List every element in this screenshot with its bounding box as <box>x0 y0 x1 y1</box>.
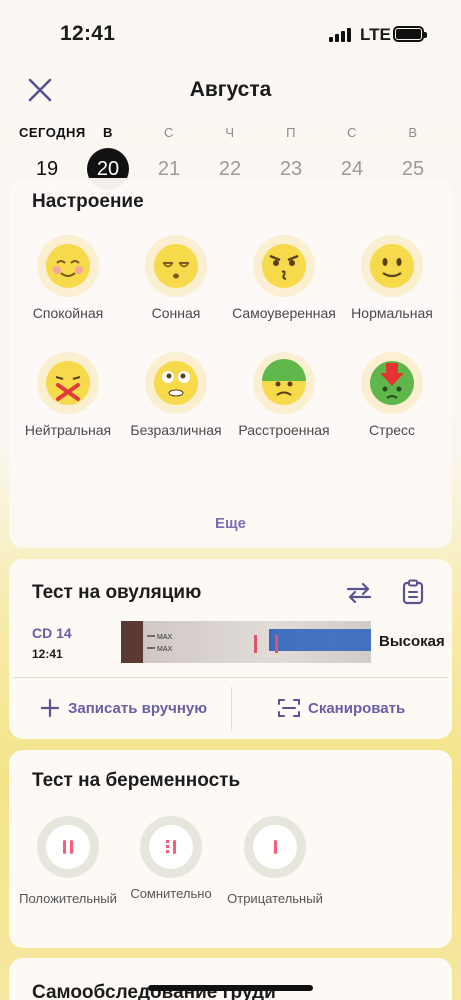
pregnancy-positive[interactable]: Положительный <box>13 816 123 906</box>
mood-indifferent[interactable]: Безразличная <box>118 352 234 438</box>
day-of-week: Ч <box>225 125 235 140</box>
indifferent-face-icon <box>145 352 207 414</box>
stress-face-icon <box>361 352 423 414</box>
calm-face-icon <box>37 235 99 297</box>
test-time: 12:41 <box>32 647 63 661</box>
scan-icon <box>278 699 300 717</box>
ovulation-test-strip[interactable]: MAX MAX <box>121 621 371 663</box>
day-of-week: В <box>408 125 418 140</box>
strip-max-label: MAX <box>157 634 173 641</box>
mood-title: Настроение <box>32 191 144 212</box>
cycle-day: CD 14 <box>32 625 72 641</box>
month-title: Августа <box>189 78 272 101</box>
day-of-week: П <box>286 125 296 140</box>
battery-icon <box>393 26 427 42</box>
negative-test-icon <box>244 816 306 878</box>
mood-label: Самоуверенная <box>232 305 336 321</box>
mood-sleepy[interactable]: Сонная <box>118 235 234 321</box>
signal-icon <box>329 28 351 42</box>
breast-self-exam-card[interactable]: Самообследование груди <box>9 958 452 1000</box>
mood-label: Нормальная <box>351 305 433 321</box>
pregnancy-label: Отрицательный <box>227 891 323 906</box>
mood-label: Спокойная <box>32 305 104 321</box>
confident-face-icon <box>253 235 315 297</box>
sleepy-face-icon <box>145 235 207 297</box>
doubtful-test-icon <box>140 816 202 878</box>
mood-confident[interactable]: Самоуверенная <box>226 235 342 321</box>
swap-icon[interactable] <box>345 581 373 605</box>
divider <box>13 677 448 678</box>
mood-label: Сонная <box>151 305 201 321</box>
normal-face-icon <box>361 235 423 297</box>
pregnancy-negative[interactable]: Отрицательный <box>220 816 330 906</box>
status-time: 12:41 <box>60 22 116 45</box>
scan-label: Сканировать <box>308 699 406 717</box>
manual-entry-label: Записать вручную <box>68 699 208 717</box>
pregnancy-label: Сомнительно <box>130 886 212 901</box>
mood-upset[interactable]: Расстроенная <box>226 352 342 438</box>
pregnancy-label: Положительный <box>19 891 117 906</box>
neutral-face-icon <box>37 352 99 414</box>
manual-entry-button[interactable]: Записать вручную <box>40 698 207 718</box>
day-of-week: С <box>347 125 357 140</box>
plus-icon <box>40 698 60 718</box>
pregnancy-doubtful[interactable]: Сомнительно <box>116 816 226 901</box>
positive-test-icon <box>37 816 99 878</box>
mood-label: Стресс <box>368 422 416 438</box>
ovulation-test-card: Тест на овуляцию CD 14 12:41 MAX MAX Выс… <box>9 559 452 739</box>
mood-label: Безразличная <box>130 422 222 438</box>
mood-card: Настроение Спокойная Сонная Самоуверенна… <box>9 178 452 548</box>
day-of-week: СЕГОДНЯ <box>19 125 86 140</box>
strip-max-label: MAX <box>157 646 173 653</box>
scan-button[interactable]: Сканировать <box>278 698 405 718</box>
home-indicator[interactable] <box>148 985 313 991</box>
day-of-week: В <box>103 125 113 140</box>
ovulation-title: Тест на овуляцию <box>32 582 202 603</box>
pregnancy-title: Тест на беременность <box>32 770 241 791</box>
network-type: LTE <box>360 25 391 44</box>
divider <box>231 687 232 731</box>
header: Августа <box>0 70 461 110</box>
pregnancy-test-card: Тест на беременность Положительный Сомни… <box>9 750 452 948</box>
day-of-week: С <box>164 125 174 140</box>
more-moods-link[interactable]: Еще <box>9 515 452 532</box>
mood-calm[interactable]: Спокойная <box>10 235 126 321</box>
ovulation-result: Высокая <box>379 633 445 650</box>
notes-icon[interactable] <box>401 579 425 605</box>
mood-neutral[interactable]: Нейтральная <box>10 352 126 438</box>
mood-stress[interactable]: Стресс <box>334 352 450 438</box>
mood-normal[interactable]: Нормальная <box>334 235 450 321</box>
mood-label: Расстроенная <box>238 422 330 438</box>
upset-face-icon <box>253 352 315 414</box>
status-bar: 12:41 LTE <box>0 0 461 64</box>
mood-label: Нейтральная <box>24 422 112 438</box>
